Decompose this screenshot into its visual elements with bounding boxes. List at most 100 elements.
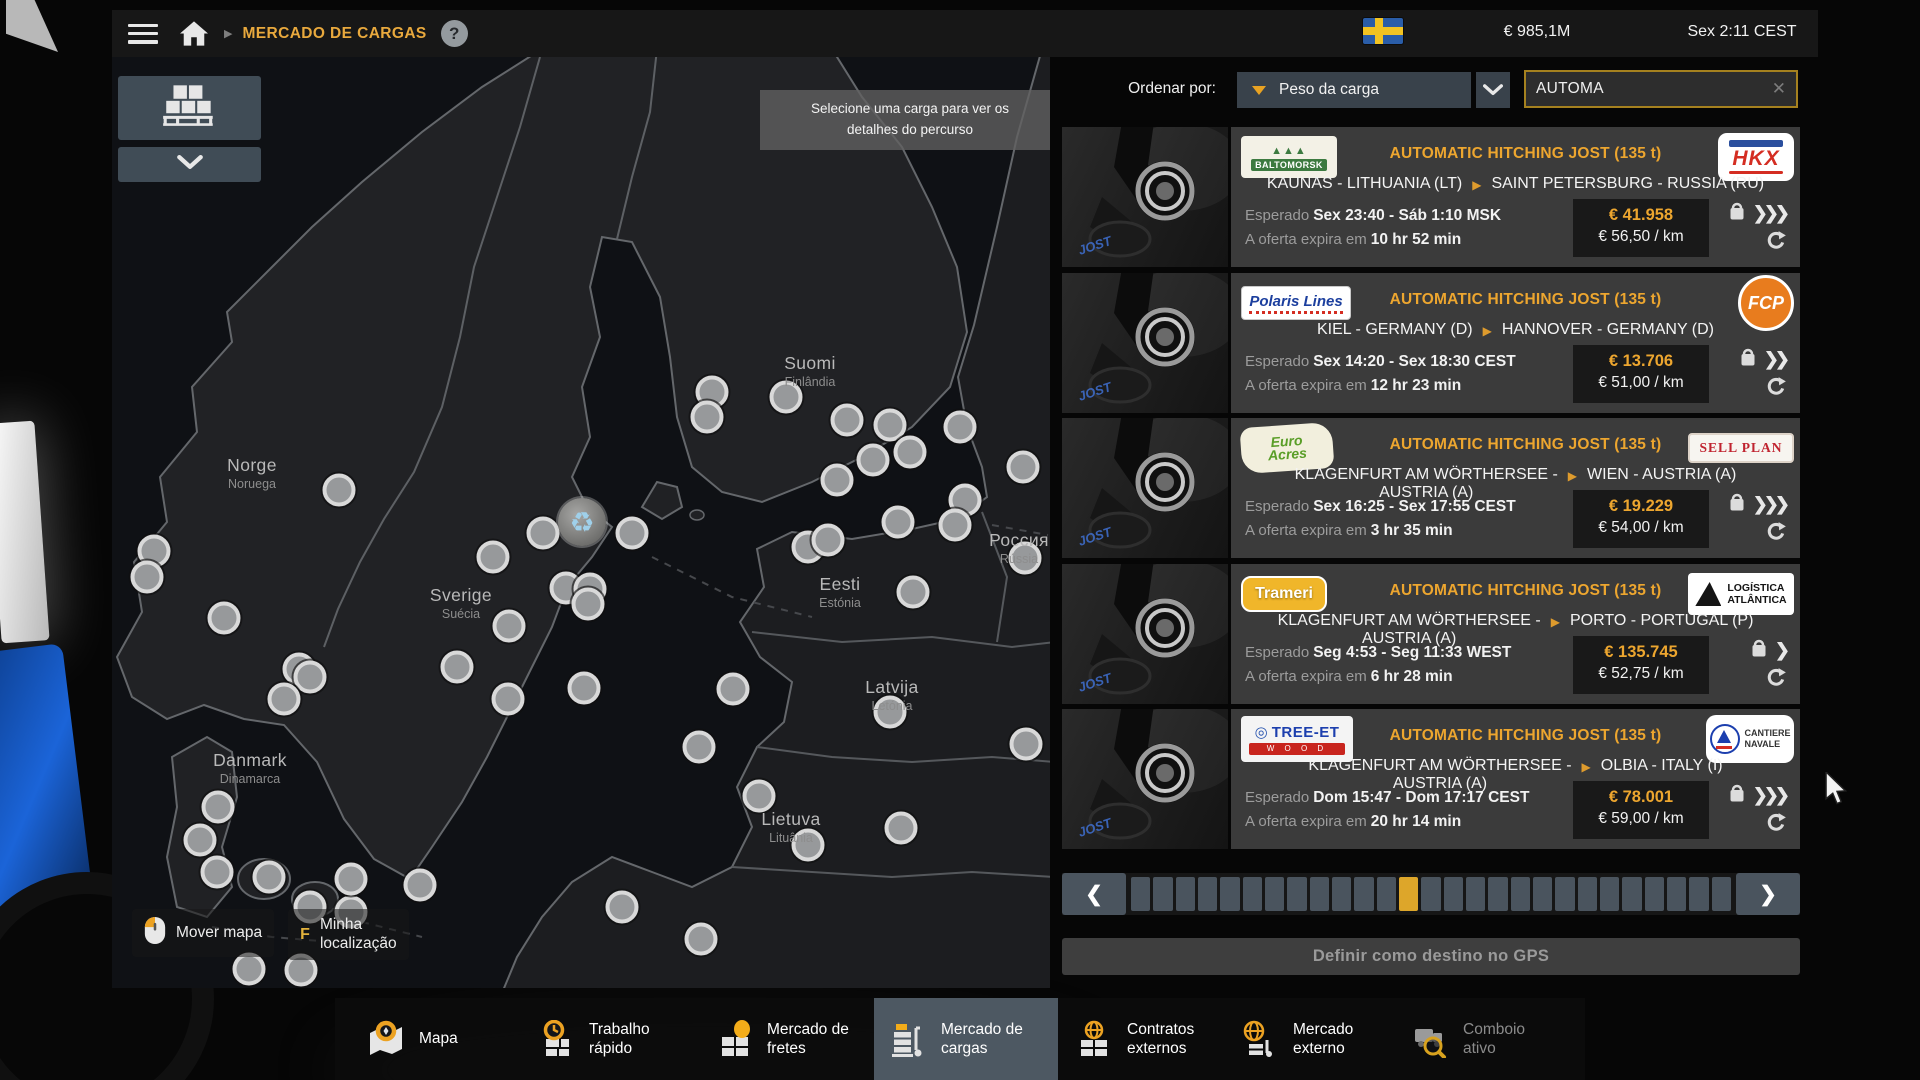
- menu-icon[interactable]: [128, 24, 158, 44]
- city-marker[interactable]: [944, 411, 977, 444]
- trailer-photo: JOST: [1062, 273, 1228, 413]
- cargo-offer-row[interactable]: JOST Trameri AUTOMATIC HITCHING JOST (13…: [1062, 564, 1800, 704]
- city-marker[interactable]: [294, 661, 327, 694]
- city-marker[interactable]: [683, 731, 716, 764]
- city-marker[interactable]: [493, 610, 526, 643]
- city-marker[interactable]: [404, 869, 437, 902]
- page-block[interactable]: [1689, 877, 1708, 911]
- city-marker[interactable]: [208, 602, 241, 635]
- city-marker[interactable]: [616, 517, 649, 550]
- city-marker[interactable]: [691, 401, 724, 434]
- urgency-icon: ❯: [1775, 640, 1790, 661]
- page-block[interactable]: [1466, 877, 1485, 911]
- nav-item-cargo[interactable]: Mercado de cargas: [874, 998, 1058, 1080]
- search-input[interactable]: AUTOMA ✕: [1524, 70, 1798, 108]
- home-icon[interactable]: [180, 21, 208, 46]
- page-block[interactable]: [1421, 877, 1440, 911]
- route-arrow-icon: ▶: [1568, 469, 1577, 483]
- city-marker[interactable]: [717, 673, 750, 706]
- city-marker[interactable]: [441, 651, 474, 684]
- page-block[interactable]: [1332, 877, 1351, 911]
- city-marker[interactable]: [184, 824, 217, 857]
- page-block[interactable]: [1198, 877, 1217, 911]
- city-marker[interactable]: [335, 863, 368, 896]
- page-block[interactable]: [1533, 877, 1552, 911]
- page-block[interactable]: [1645, 877, 1664, 911]
- city-marker[interactable]: [743, 780, 776, 813]
- nav-item-convoy[interactable]: Comboio ativo: [1396, 998, 1566, 1080]
- page-block[interactable]: [1131, 877, 1150, 911]
- city-marker[interactable]: [897, 576, 930, 609]
- city-marker[interactable]: [253, 861, 286, 894]
- nav-item-contracts[interactable]: Contratos externos: [1060, 998, 1238, 1080]
- city-marker[interactable]: [831, 404, 864, 437]
- next-page-button[interactable]: ❯: [1736, 873, 1800, 915]
- city-marker[interactable]: [131, 561, 164, 594]
- city-marker[interactable]: [527, 517, 560, 550]
- city-marker[interactable]: [572, 588, 605, 621]
- city-marker[interactable]: [770, 381, 803, 414]
- page-block[interactable]: [1176, 877, 1195, 911]
- page-block[interactable]: [1712, 877, 1731, 911]
- page-block[interactable]: [1578, 877, 1597, 911]
- nav-item-map[interactable]: Mapa: [352, 998, 502, 1080]
- clear-search-icon[interactable]: ✕: [1772, 79, 1786, 99]
- page-block[interactable]: [1354, 877, 1373, 911]
- city-marker[interactable]: [792, 829, 825, 862]
- city-marker[interactable]: [685, 923, 718, 956]
- page-block[interactable]: [1622, 877, 1641, 911]
- city-marker[interactable]: [606, 891, 639, 924]
- map-hints: Mover mapa F Minhalocalização: [132, 909, 409, 960]
- page-block[interactable]: [1153, 877, 1172, 911]
- city-marker[interactable]: [874, 696, 907, 729]
- sort-dropdown[interactable]: Peso da carga: [1237, 72, 1471, 108]
- city-marker[interactable]: [492, 683, 525, 716]
- cargo-offer-row[interactable]: JOST Polaris Lines AUTOMATIC HITCHING JO…: [1062, 273, 1800, 413]
- recipient-company-logo-slot: LOGÍSTICAATLÂNTICA: [1688, 570, 1794, 618]
- city-marker[interactable]: [202, 791, 235, 824]
- previous-page-button[interactable]: ❮: [1062, 873, 1126, 915]
- set-gps-destination-button[interactable]: Definir como destino no GPS: [1062, 938, 1800, 975]
- page-block[interactable]: [1511, 877, 1530, 911]
- page-block[interactable]: [1555, 877, 1574, 911]
- nav-item-freight[interactable]: Mercado de fretes: [700, 998, 872, 1080]
- city-marker[interactable]: [1010, 728, 1043, 761]
- page-block[interactable]: [1310, 877, 1329, 911]
- page-block[interactable]: [1265, 877, 1284, 911]
- city-marker[interactable]: [1009, 542, 1042, 575]
- page-block-active[interactable]: [1399, 877, 1418, 911]
- city-marker[interactable]: [885, 812, 918, 845]
- city-marker[interactable]: [1007, 451, 1040, 484]
- cargo-view-button[interactable]: [118, 76, 261, 140]
- city-marker[interactable]: [201, 856, 234, 889]
- page-block[interactable]: [1287, 877, 1306, 911]
- cargo-offer-details: Euro Acres AUTOMATIC HITCHING JOST (135 …: [1231, 418, 1800, 558]
- sort-expand-button[interactable]: [1476, 72, 1510, 108]
- cargo-offer-row[interactable]: JOST Euro Acres AUTOMATIC HITCHING JOST …: [1062, 418, 1800, 558]
- city-marker[interactable]: [323, 474, 356, 507]
- nav-item-extmarket[interactable]: Mercado externo: [1226, 998, 1394, 1080]
- world-map[interactable]: NorgeNoruegaSverigeSuéciaSuomiFinlândiaE…: [112, 57, 1050, 988]
- page-track[interactable]: [1126, 877, 1736, 911]
- page-block[interactable]: [1243, 877, 1262, 911]
- city-marker[interactable]: [821, 464, 854, 497]
- page-block[interactable]: [1220, 877, 1239, 911]
- page-block[interactable]: [1377, 877, 1396, 911]
- city-marker[interactable]: [268, 683, 301, 716]
- help-icon[interactable]: ?: [441, 20, 468, 47]
- page-block[interactable]: [1667, 877, 1686, 911]
- city-marker[interactable]: [812, 524, 845, 557]
- city-marker[interactable]: [939, 509, 972, 542]
- cargo-offer-row[interactable]: JOST ▲▲▲BALTOMORSK AUTOMATIC HITCHING JO…: [1062, 127, 1800, 267]
- page-block[interactable]: [1600, 877, 1619, 911]
- nav-item-quickjob[interactable]: Trabalho rápido: [522, 998, 690, 1080]
- city-marker[interactable]: [857, 444, 890, 477]
- city-marker[interactable]: [477, 541, 510, 574]
- city-marker[interactable]: [894, 436, 927, 469]
- collapse-panel-button[interactable]: [118, 147, 261, 182]
- page-block[interactable]: [1488, 877, 1507, 911]
- page-block[interactable]: [1444, 877, 1463, 911]
- city-marker[interactable]: [882, 506, 915, 539]
- city-marker[interactable]: [568, 672, 601, 705]
- cargo-offer-row[interactable]: JOST ◎TREE-ETW O O D AUTOMATIC HITCHING …: [1062, 709, 1800, 849]
